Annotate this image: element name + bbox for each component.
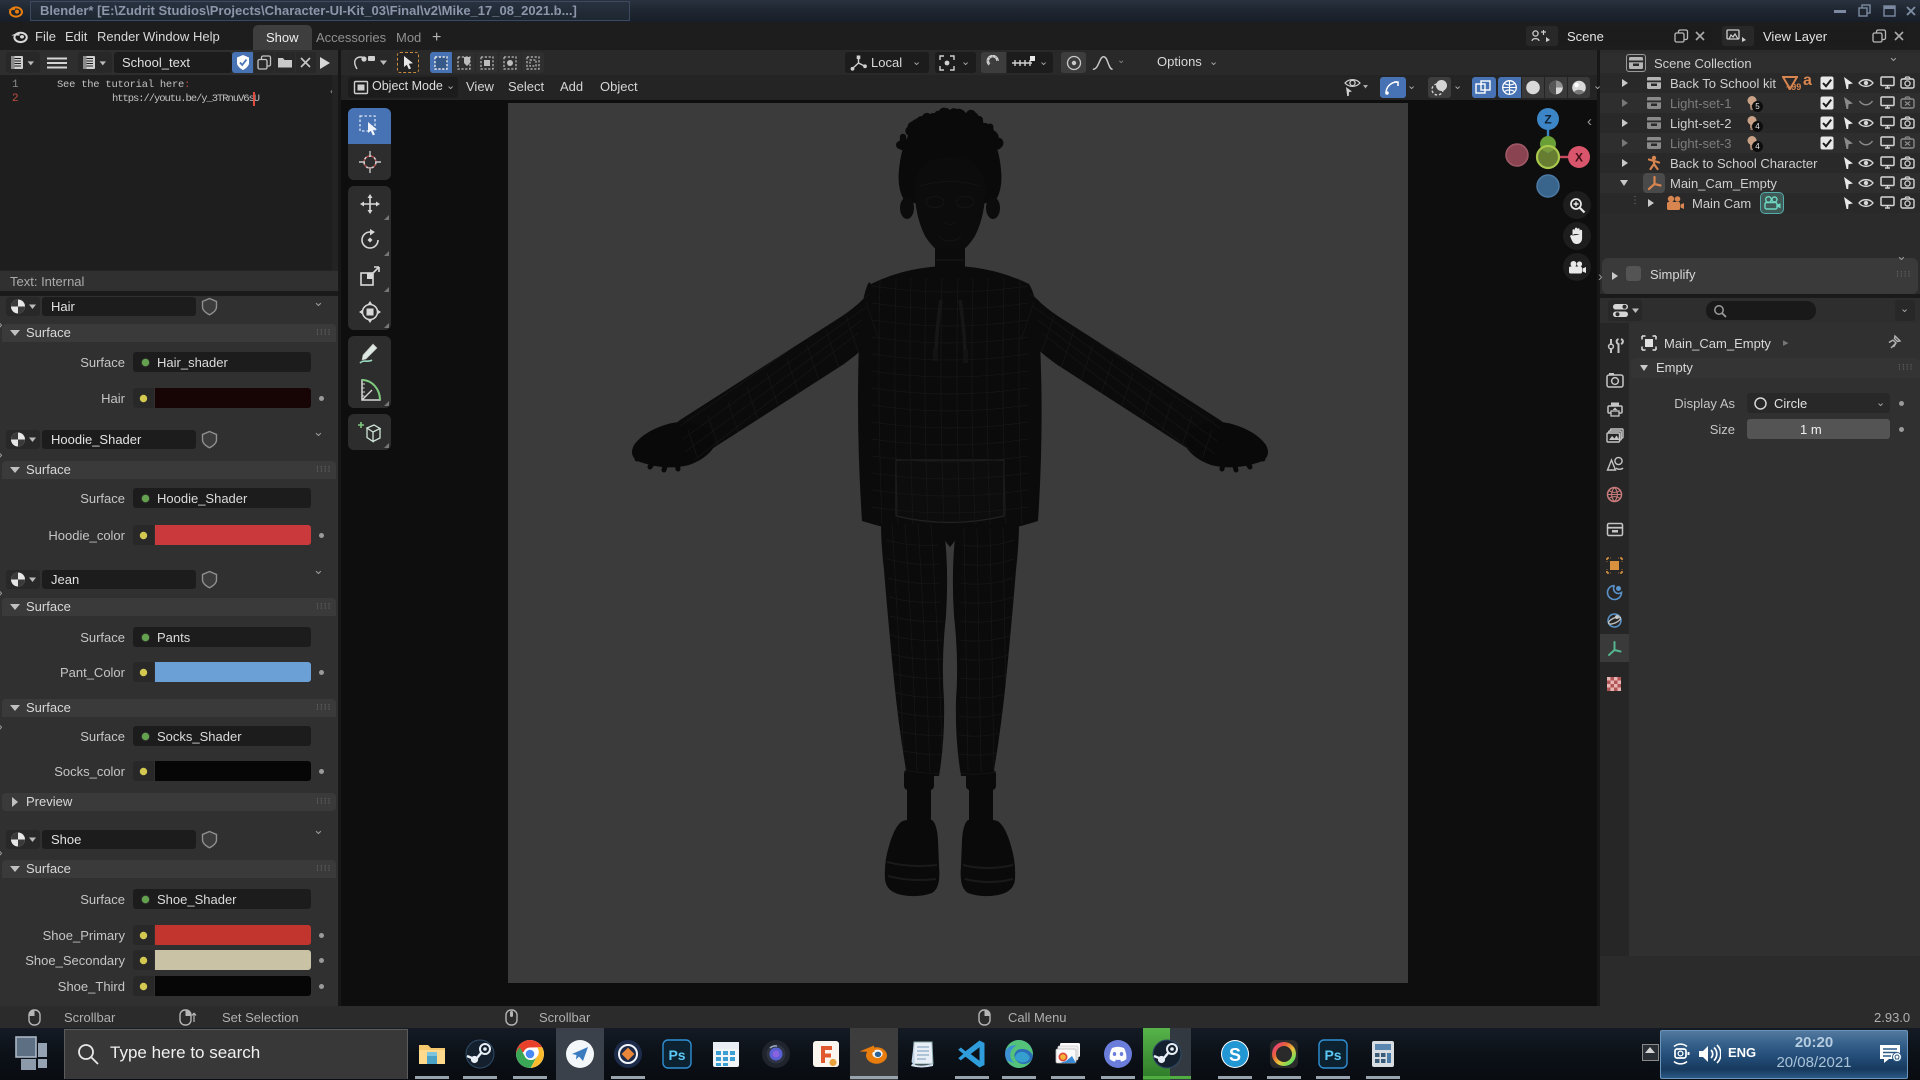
svg-text:S: S	[1229, 1045, 1241, 1065]
svg-text:Ps: Ps	[1324, 1047, 1341, 1063]
svg-text:Ps: Ps	[668, 1047, 685, 1063]
svg-text:X: X	[1575, 151, 1583, 165]
svg-text:Z: Z	[1544, 113, 1551, 127]
